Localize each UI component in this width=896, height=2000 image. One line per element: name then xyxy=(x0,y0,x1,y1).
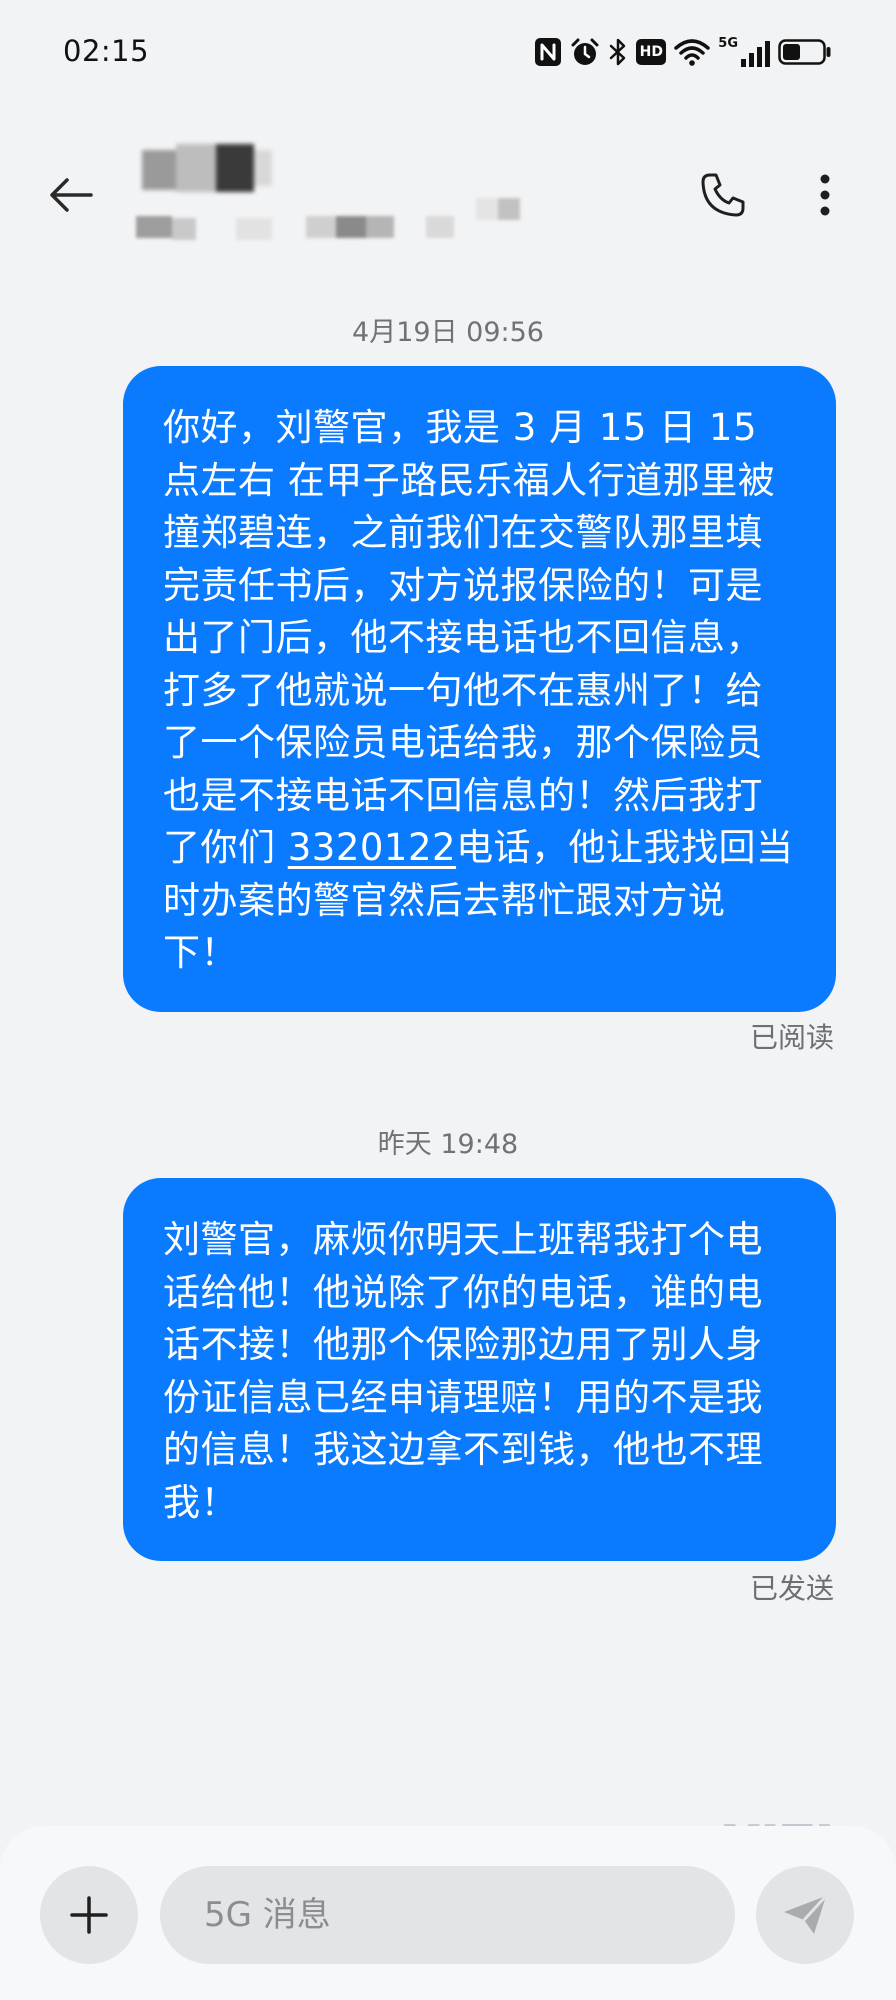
contact-name-redacted xyxy=(142,144,272,192)
more-vertical-icon xyxy=(820,174,830,216)
bluetooth-icon xyxy=(608,37,628,67)
conversation-header xyxy=(0,110,896,260)
contact-number-redacted xyxy=(136,198,536,242)
send-icon xyxy=(784,1894,828,1934)
message-text-1a: 你好，刘警官，我是 3 月 15 日 15 点左右 在甲子路民乐福人行道那里被撞… xyxy=(163,406,776,869)
alarm-icon xyxy=(570,37,600,67)
message-date-1: 4月19日 09:56 xyxy=(352,317,544,348)
phone-number-link[interactable]: 3320122 xyxy=(288,826,456,869)
message-date-2: 昨天 19:48 xyxy=(377,1129,519,1160)
battery-icon xyxy=(778,38,832,66)
message-status-sent: 已发送 xyxy=(749,1572,834,1605)
message-text-2: 刘警官，麻烦你明天上班帮我打个电话给他！他说除了你的电话，谁的电话不接！他那个保… xyxy=(163,1218,763,1524)
add-attachment-button[interactable] xyxy=(40,1866,138,1964)
5g-signal-icon: 5G xyxy=(718,37,770,67)
contact-info-blurred[interactable] xyxy=(136,140,556,260)
arrow-left-icon xyxy=(50,178,93,212)
hd-icon: HD xyxy=(636,39,667,65)
wifi-icon xyxy=(674,37,711,67)
send-button[interactable] xyxy=(756,1866,854,1964)
nfc-icon xyxy=(534,37,562,67)
compose-bar xyxy=(0,1826,896,2000)
hd-label: HD xyxy=(639,44,663,60)
plus-icon xyxy=(70,1896,108,1934)
message-bubble-2[interactable]: 刘警官，麻烦你明天上班帮我打个电话给他！他说除了你的电话，谁的电话不接！他那个保… xyxy=(123,1178,836,1561)
call-button[interactable] xyxy=(690,160,756,230)
message-input[interactable] xyxy=(160,1866,735,1964)
status-time: 02:15 xyxy=(63,34,150,68)
network-label: 5G xyxy=(718,36,738,51)
more-options-button[interactable] xyxy=(800,160,850,230)
back-button[interactable] xyxy=(36,160,106,230)
message-bubble-1[interactable]: 你好，刘警官，我是 3 月 15 日 15 点左右 在甲子路民乐福人行道那里被撞… xyxy=(123,366,836,1012)
phone-icon xyxy=(701,173,745,217)
status-bar: 02:15 HD 5G xyxy=(0,0,896,100)
message-status-read: 已阅读 xyxy=(749,1021,834,1054)
status-icons: HD 5G xyxy=(534,30,832,74)
